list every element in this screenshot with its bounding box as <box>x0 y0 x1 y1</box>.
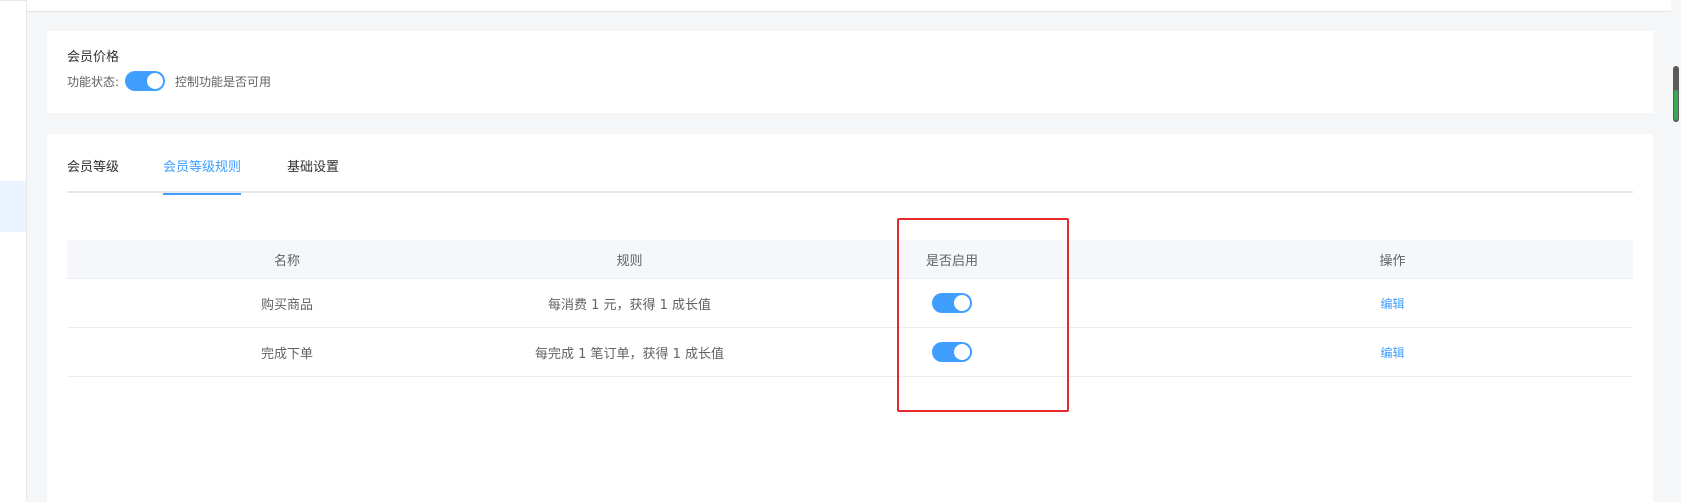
tab-bar: 会员等级 会员等级规则 基础设置 <box>67 156 1633 195</box>
function-status-row: 功能状态: 控制功能是否可用 <box>67 70 271 92</box>
member-level-card: 会员等级 会员等级规则 基础设置 名称 规则 是否启用 操作 购买商品 每消费 … <box>47 134 1653 502</box>
cell-action: 编辑 <box>1152 295 1633 312</box>
tab-basic-settings[interactable]: 基础设置 <box>287 156 339 193</box>
cell-enabled <box>752 342 1152 362</box>
member-price-card: 会员价格 功能状态: 控制功能是否可用 <box>47 31 1653 113</box>
rules-table: 名称 规则 是否启用 操作 购买商品 每消费 1 元，获得 1 成长值 编辑 完… <box>67 240 1633 377</box>
cell-action: 编辑 <box>1152 344 1633 361</box>
tab-member-level[interactable]: 会员等级 <box>67 156 119 193</box>
cell-rule: 每完成 1 笔订单，获得 1 成长值 <box>534 346 725 362</box>
column-header-rule: 规则 <box>616 253 643 269</box>
column-header-action: 操作 <box>1379 253 1406 269</box>
status-label: 功能状态: <box>67 74 120 89</box>
table-header: 名称 规则 是否启用 操作 <box>67 240 1633 279</box>
toggle-knob <box>954 295 970 311</box>
scrollbar-indicator <box>1674 90 1678 120</box>
sidebar <box>0 0 27 502</box>
sidebar-divider <box>0 0 27 1</box>
sidebar-active-item[interactable] <box>0 181 26 232</box>
cell-name: 完成下单 <box>260 346 313 362</box>
enabled-toggle[interactable] <box>932 293 972 313</box>
edit-link[interactable]: 编辑 <box>1380 297 1404 311</box>
toggle-knob <box>147 73 164 89</box>
table-row: 完成下单 每完成 1 笔订单，获得 1 成长值 编辑 <box>67 328 1633 377</box>
column-header-enabled: 是否启用 <box>925 253 978 269</box>
enabled-toggle[interactable] <box>932 342 972 362</box>
function-status-toggle[interactable] <box>125 71 166 91</box>
cell-rule: 每消费 1 元，获得 1 成长值 <box>547 297 712 313</box>
column-header-name: 名称 <box>273 253 300 269</box>
status-hint: 控制功能是否可用 <box>175 74 272 89</box>
edit-link[interactable]: 编辑 <box>1380 346 1404 360</box>
tab-member-level-rules[interactable]: 会员等级规则 <box>163 156 242 195</box>
card-title: 会员价格 <box>67 50 120 65</box>
scrollbar-thumb[interactable] <box>1673 66 1679 122</box>
page-scrollbar[interactable] <box>1671 0 1681 502</box>
table-row: 购买商品 每消费 1 元，获得 1 成长值 编辑 <box>67 279 1633 328</box>
page: 会员价格 功能状态: 控制功能是否可用 会员等级 会员等级规则 基础设置 名称 … <box>0 0 1681 502</box>
cell-enabled <box>752 293 1152 313</box>
toggle-knob <box>954 344 970 360</box>
cell-name: 购买商品 <box>260 297 313 313</box>
top-header <box>27 0 1681 12</box>
